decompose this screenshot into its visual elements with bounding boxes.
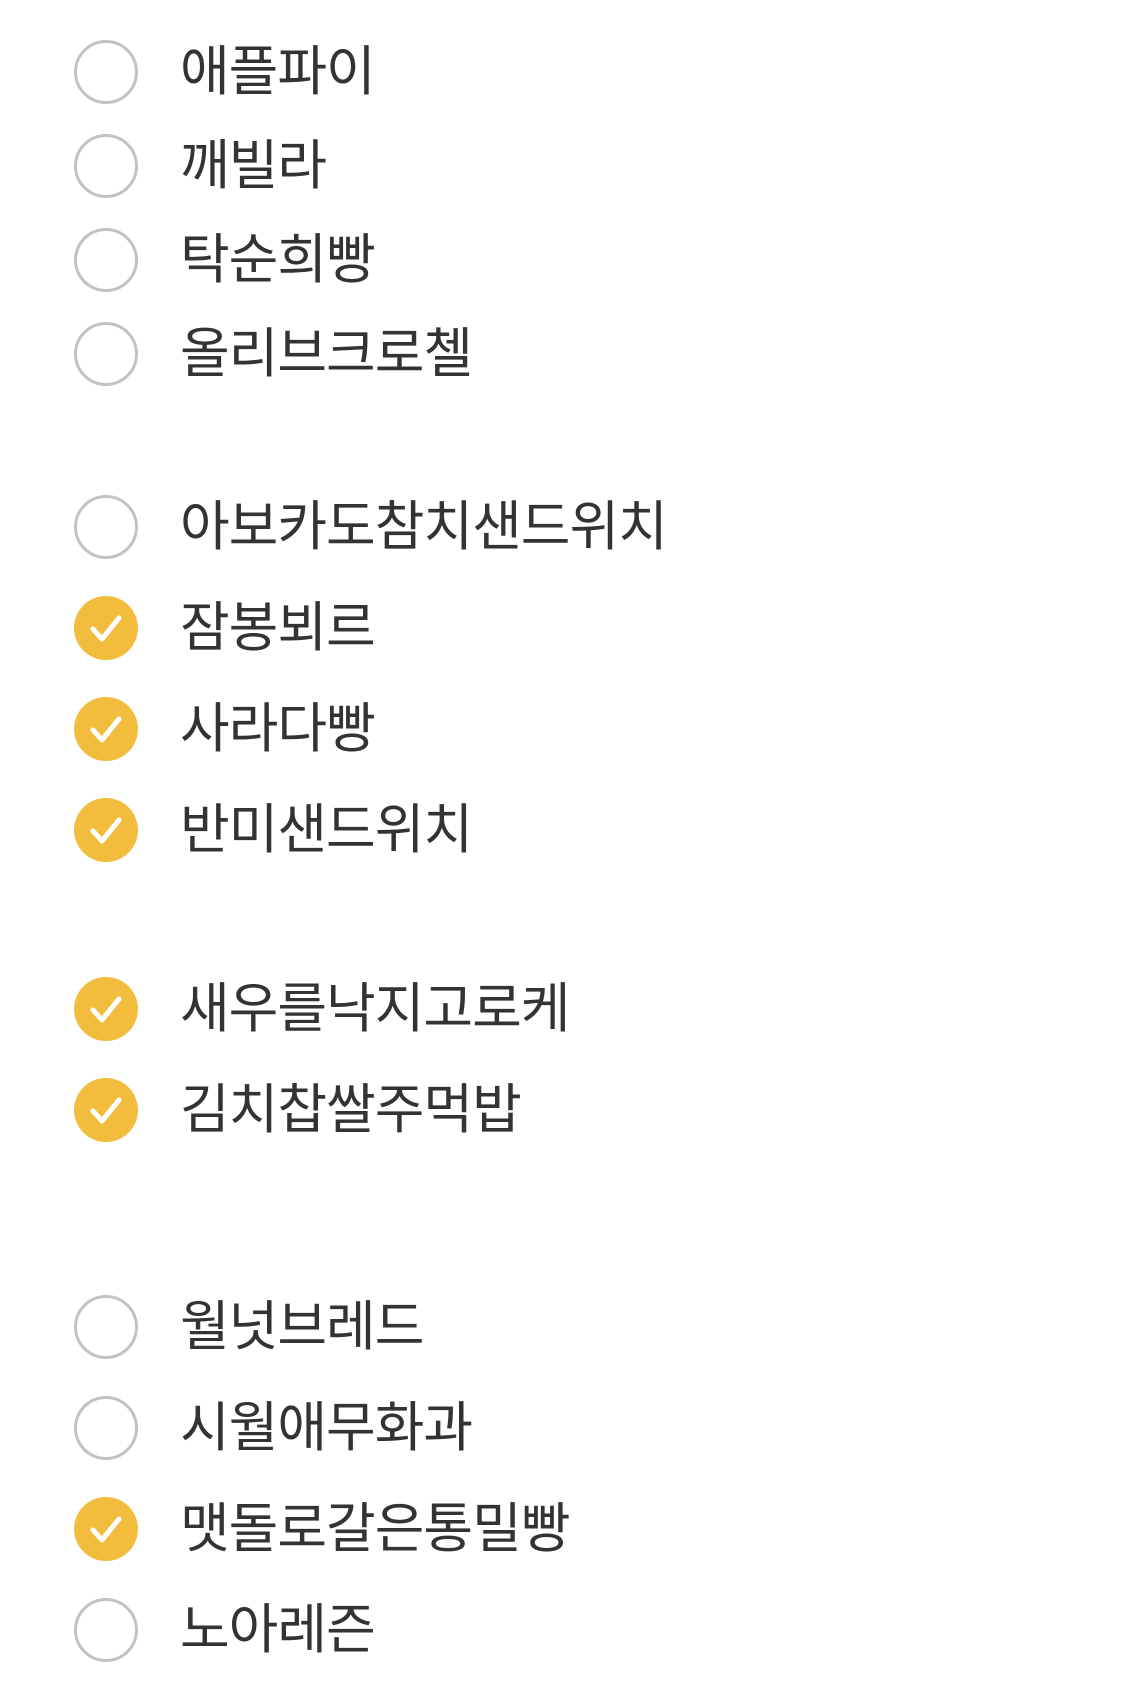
unchecked-radio-button[interactable] <box>74 1598 138 1662</box>
item-label: 맷돌로갈은통밀빵 <box>180 1497 570 1560</box>
check-icon <box>90 996 122 1023</box>
unchecked-radio-button[interactable] <box>74 322 138 386</box>
list-item[interactable]: 잠봉뵈르 <box>74 593 1074 663</box>
checked-radio-button[interactable] <box>74 798 138 862</box>
unchecked-radio-button[interactable] <box>74 1295 138 1359</box>
checked-radio-button[interactable] <box>74 697 138 761</box>
unchecked-radio-button[interactable] <box>74 1396 138 1460</box>
unchecked-radio-button[interactable] <box>74 495 138 559</box>
list-item[interactable]: 깨빌라 <box>74 131 1074 201</box>
list-item[interactable]: 올리브크로첼 <box>74 319 1074 389</box>
checked-radio-button[interactable] <box>74 1078 138 1142</box>
list-item[interactable]: 김치찹쌀주먹밥 <box>74 1075 1074 1145</box>
list-item[interactable]: 맷돌로갈은통밀빵 <box>74 1494 1074 1564</box>
item-label: 사라다빵 <box>180 697 376 760</box>
check-icon <box>90 716 122 743</box>
item-label: 반미샌드위치 <box>180 798 473 861</box>
item-label: 탁순희빵 <box>180 228 376 291</box>
item-label: 월넛브레드 <box>180 1295 424 1358</box>
item-label: 새우를낙지고로케 <box>180 977 570 1040</box>
check-icon <box>90 1516 122 1543</box>
list-item[interactable]: 노아레즌 <box>74 1595 1074 1665</box>
item-label: 시월애무화과 <box>180 1396 473 1459</box>
unchecked-radio-button[interactable] <box>74 228 138 292</box>
list-item[interactable]: 새우를낙지고로케 <box>74 974 1074 1044</box>
unchecked-radio-button[interactable] <box>74 134 138 198</box>
item-label: 아보카도참치샌드위치 <box>180 495 668 558</box>
list-item[interactable]: 애플파이 <box>74 37 1074 107</box>
checked-radio-button[interactable] <box>74 1497 138 1561</box>
list-item[interactable]: 월넛브레드 <box>74 1292 1074 1362</box>
list-item[interactable]: 반미샌드위치 <box>74 795 1074 865</box>
item-label: 잠봉뵈르 <box>180 596 376 659</box>
check-icon <box>90 1097 122 1124</box>
item-label: 올리브크로첼 <box>180 322 473 385</box>
check-icon <box>90 817 122 844</box>
checked-radio-button[interactable] <box>74 596 138 660</box>
list-item[interactable]: 탁순희빵 <box>74 225 1074 295</box>
list-item[interactable]: 사라다빵 <box>74 694 1074 764</box>
item-label: 노아레즌 <box>180 1598 376 1661</box>
item-label: 깨빌라 <box>180 134 327 197</box>
item-label: 애플파이 <box>180 40 376 103</box>
check-icon <box>90 615 122 642</box>
item-label: 김치찹쌀주먹밥 <box>180 1078 522 1141</box>
unchecked-radio-button[interactable] <box>74 40 138 104</box>
list-item[interactable]: 아보카도참치샌드위치 <box>74 492 1074 562</box>
checklist: 애플파이 깨빌라 탁순희빵 올리브크로첼 아보카도참치샌드위치 잠봉뵈르 사라다… <box>0 0 1125 1700</box>
checked-radio-button[interactable] <box>74 977 138 1041</box>
list-item[interactable]: 시월애무화과 <box>74 1393 1074 1463</box>
